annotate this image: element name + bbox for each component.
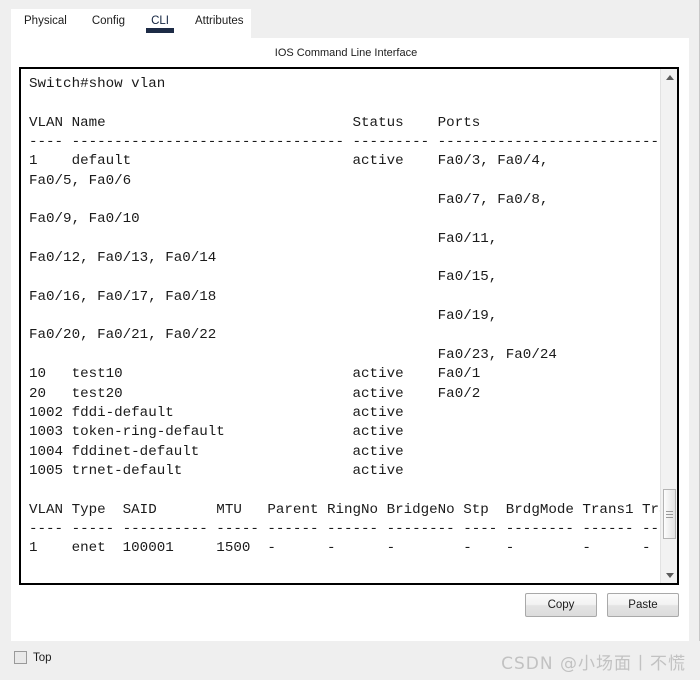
scroll-up-button[interactable]	[661, 69, 677, 85]
scroll-down-button[interactable]	[661, 567, 677, 583]
tab-active-indicator	[146, 28, 174, 33]
paste-button[interactable]: Paste	[607, 593, 679, 617]
top-checkbox[interactable]: Top	[14, 651, 52, 664]
grip-icon	[666, 509, 673, 520]
terminal-container: Switch#show vlan VLAN Name Status Ports …	[19, 67, 679, 585]
top-checkbox-label: Top	[33, 651, 52, 664]
watermark: CSDN @小场面丨不慌	[501, 654, 686, 674]
checkbox-box-icon[interactable]	[14, 651, 27, 664]
tab-cli-label: CLI	[151, 15, 169, 27]
chevron-down-icon	[665, 572, 674, 578]
terminal-text: Switch#show vlan VLAN Name Status Ports …	[29, 76, 660, 557]
terminal-output-area[interactable]: Switch#show vlan VLAN Name Status Ports …	[21, 69, 660, 583]
chevron-up-icon	[665, 74, 674, 80]
copy-button[interactable]: Copy	[525, 593, 597, 617]
tab-config[interactable]: Config	[92, 9, 125, 27]
scrollbar-thumb[interactable]	[663, 489, 676, 539]
cli-panel: IOS Command Line Interface Switch#show v…	[11, 38, 689, 641]
tab-config-label: Config	[91, 15, 126, 27]
tab-physical[interactable]: Physical	[24, 9, 67, 27]
tab-attributes-label: Attributes	[194, 15, 244, 27]
window-footer: Top CSDN @小场面丨不慌	[0, 641, 700, 680]
action-button-row: Copy Paste	[11, 593, 689, 623]
panel-title: IOS Command Line Interface	[274, 47, 418, 59]
tab-cli[interactable]: CLI	[146, 9, 174, 33]
device-window: Physical Config CLI Attributes IOS Comma…	[0, 0, 700, 680]
tab-attributes[interactable]: Attributes	[195, 9, 244, 27]
tab-bar: Physical Config CLI Attributes	[11, 9, 251, 38]
tab-physical-label: Physical	[24, 15, 67, 27]
terminal-scrollbar[interactable]	[660, 69, 677, 583]
